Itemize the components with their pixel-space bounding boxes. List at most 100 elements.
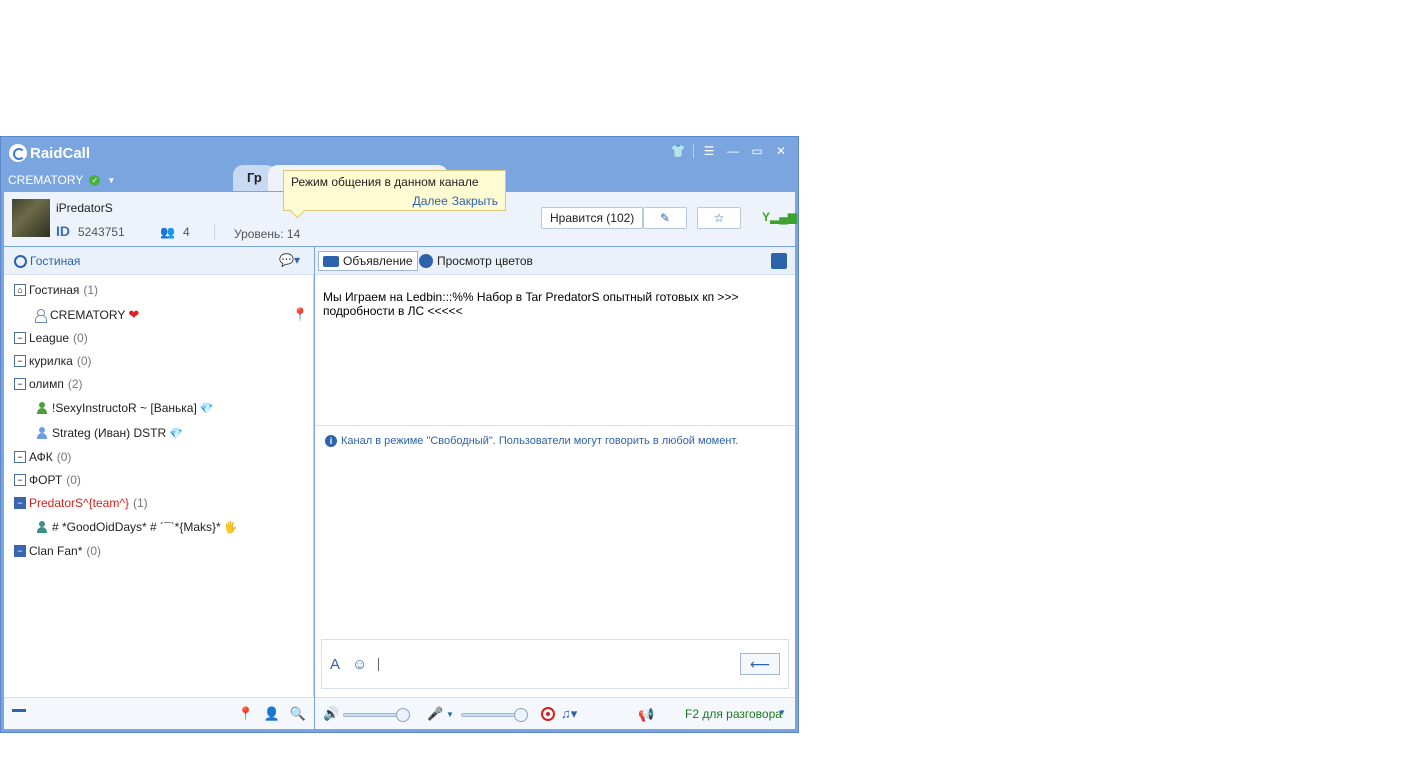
channel-item[interactable]: − курилка (0): [14, 354, 92, 368]
channel-item[interactable]: ⌂ Гостиная (1): [14, 283, 98, 297]
user-edit-icon: ✎: [659, 211, 671, 225]
emoji-icon[interactable]: ☺: [352, 656, 367, 673]
collapse-icon[interactable]: −: [14, 332, 26, 344]
app-logo: RaidCall: [9, 144, 90, 162]
slider-knob[interactable]: [514, 708, 528, 722]
tooltip-close-link[interactable]: Закрыть: [452, 194, 498, 208]
tooltip-actions: Далее Закрыть: [413, 194, 498, 208]
star-icon: ☆: [713, 211, 725, 225]
maximize-icon[interactable]: ▭: [748, 143, 766, 159]
speaker-icon[interactable]: 🔊: [323, 706, 339, 722]
shirt-icon[interactable]: 👕: [669, 143, 687, 159]
check-icon: ✓: [89, 174, 101, 186]
location-pin-icon[interactable]: 📍: [292, 307, 308, 323]
collapse-icon[interactable]: −: [14, 378, 26, 390]
collapse-all-button[interactable]: [12, 709, 26, 712]
font-icon[interactable]: A: [330, 656, 340, 673]
info-icon: i: [325, 435, 337, 447]
search-icon[interactable]: 🔍: [290, 706, 306, 722]
profile-id: 5243751: [78, 225, 125, 239]
collapse-icon[interactable]: −: [14, 451, 26, 463]
user-icon: [34, 308, 47, 323]
minimize-icon[interactable]: —: [724, 143, 742, 159]
channel-item[interactable]: − АФК (0): [14, 450, 71, 464]
megaphone-icon[interactable]: 📢: [638, 707, 654, 723]
user-item[interactable]: Strateg (Иван) DSTR 💎: [36, 426, 183, 440]
collapse-icon[interactable]: −: [14, 355, 26, 367]
lobby-link[interactable]: Гостиная: [14, 254, 80, 268]
tooltip-next-link[interactable]: Далее: [413, 194, 448, 208]
channel-panel-header: Гостиная 💬▾: [4, 247, 314, 275]
music-icon[interactable]: ♫▾: [561, 706, 577, 722]
channel-item[interactable]: − ФОРТ (0): [14, 473, 81, 487]
window-controls: 👕 ☰ — ▭ ✕: [669, 143, 790, 159]
chevron-down-icon[interactable]: ▼: [778, 708, 786, 717]
collapse-icon[interactable]: −: [14, 545, 26, 557]
channel-item-active[interactable]: − PredatorS^{team^} (1): [14, 496, 148, 510]
divider: [315, 425, 795, 426]
user-item[interactable]: !SexyInstructoR ~ [Ванька] 💎: [36, 401, 214, 415]
user-icon: [36, 520, 48, 534]
send-button[interactable]: ⟵: [740, 653, 780, 675]
user-icon[interactable]: 👤: [264, 706, 280, 722]
collapse-icon[interactable]: −: [14, 497, 26, 509]
app-name: RaidCall: [30, 144, 91, 162]
separator: [693, 144, 694, 158]
avatar[interactable]: [12, 199, 50, 237]
mic-volume-slider[interactable]: [461, 708, 528, 722]
gift-icon[interactable]: [771, 253, 787, 269]
chat-menu-icon[interactable]: 💬▾: [279, 253, 300, 267]
menu-icon[interactable]: ☰: [700, 143, 718, 159]
record-icon[interactable]: [541, 707, 555, 721]
group-selector[interactable]: CREMATORY ✓ ▼: [8, 173, 115, 187]
collapse-icon[interactable]: −: [14, 474, 26, 486]
separator: [214, 225, 215, 239]
announcement-button[interactable]: Объявление: [318, 251, 418, 271]
signal-icon: Y▂▄▆: [762, 210, 797, 224]
close-icon[interactable]: ✕: [772, 143, 790, 159]
heart-icon: ❤: [128, 307, 140, 322]
footer-tools: 📍 👤 🔍: [237, 706, 306, 722]
id-label: ID: [56, 223, 70, 239]
channel-item[interactable]: − олимп (2): [14, 377, 83, 391]
chevron-down-icon: ▼: [107, 175, 116, 185]
user-icon: [36, 426, 48, 440]
title-bar[interactable]: RaidCall 👕 ☰ — ▭ ✕: [1, 137, 798, 167]
location-pin-icon[interactable]: 📍: [237, 706, 253, 722]
level: Уровень: 14: [234, 227, 301, 241]
raidcall-window: RaidCall 👕 ☰ — ▭ ✕ CREMATORY ✓ ▼ Гр torS…: [0, 136, 799, 733]
text-cursor: [378, 658, 379, 671]
palette-icon: [419, 254, 433, 268]
slider-knob[interactable]: [396, 708, 410, 722]
announcement-icon: [323, 255, 339, 267]
friends-count[interactable]: 👥 4: [160, 225, 190, 239]
group-name: CREMATORY: [8, 173, 84, 187]
user-icon: [36, 401, 48, 415]
chat-toolbar: Объявление Просмотр цветов: [315, 247, 795, 275]
badge-icon: 💎: [169, 427, 183, 440]
channel-panel: Гостиная 💬▾ ⌂ Гостиная (1) CREMATORY ❤ 📍 …: [4, 247, 314, 729]
microphone-icon[interactable]: 🎤: [427, 706, 443, 722]
favorite-button[interactable]: ☆: [697, 207, 741, 229]
channel-panel-footer: 📍 👤 🔍: [4, 697, 314, 729]
profile-name: iPredatorS: [56, 201, 113, 215]
user-item[interactable]: # *GoodOidDays* # ´¯`*{Maks}* 🖐: [36, 520, 237, 534]
user-item[interactable]: CREMATORY ❤: [34, 307, 139, 323]
audio-bar: 🔊 🎤 ▼ ♫▾ 📢 F2 для разговора ▼: [315, 697, 795, 729]
announcement-text: Мы Играем на Ledbin:::%% Набор в Tar Pre…: [323, 290, 739, 318]
chevron-down-icon[interactable]: ▼: [446, 710, 454, 719]
like-button[interactable]: Нравится (102): [541, 207, 644, 229]
chat-panel: Объявление Просмотр цветов Мы Играем на …: [315, 247, 795, 729]
channel-mode-info: i Канал в режиме "Свободный". Пользовате…: [325, 435, 738, 447]
badge-icon: 🖐: [223, 521, 238, 534]
headset-icon: [14, 254, 27, 268]
tooltip-text: Режим общения в данном канале: [291, 175, 479, 189]
channel-item[interactable]: − Clan Fan* (0): [14, 544, 101, 558]
push-to-talk[interactable]: F2 для разговора: [685, 707, 782, 721]
edit-profile-button[interactable]: ✎: [643, 207, 687, 229]
view-colors-button[interactable]: Просмотр цветов: [419, 254, 533, 268]
speaker-volume-slider[interactable]: [343, 708, 410, 722]
message-input[interactable]: A ☺ ⟵: [321, 639, 789, 689]
channel-item[interactable]: − League (0): [14, 331, 88, 345]
home-icon: ⌂: [14, 284, 26, 296]
